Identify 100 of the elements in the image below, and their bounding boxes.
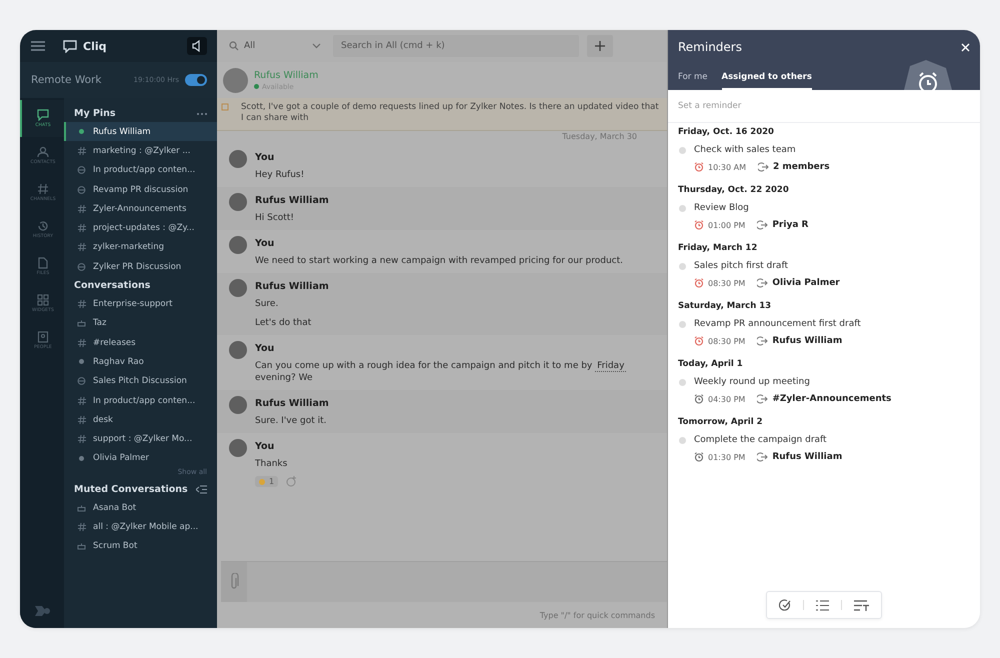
- composer-hint: Type "/" for quick commands: [540, 610, 655, 620]
- hash-icon: [78, 146, 86, 155]
- assignee-name: 2 members: [772, 162, 830, 172]
- conversation-item[interactable]: project-updates : @Zy...: [64, 218, 217, 238]
- complete-checkbox[interactable]: [679, 146, 686, 154]
- reminder-title[interactable]: Check with sales team: [694, 145, 796, 155]
- bot-icon: [77, 504, 86, 512]
- conversation-item[interactable]: Zylker PR Discussion: [64, 257, 217, 276]
- reminder-title[interactable]: Review Blog: [694, 203, 749, 213]
- conversation-item[interactable]: Rufus William: [64, 122, 217, 142]
- date-link[interactable]: Friday: [595, 360, 626, 372]
- avatar: [229, 150, 247, 168]
- conversation-item[interactable]: Raghav Rao: [64, 352, 217, 372]
- complete-checkbox[interactable]: [679, 436, 686, 444]
- date-heading: Saturday, March 13: [678, 300, 772, 313]
- sender-name: Rufus William: [255, 195, 329, 206]
- conversation-item[interactable]: all : @Zylker Mobile ap...: [64, 517, 217, 537]
- clock-toggle[interactable]: [185, 74, 207, 86]
- list-icon[interactable]: [816, 600, 829, 610]
- reminder-title[interactable]: Revamp PR announcement first draft: [694, 319, 861, 329]
- message-text: Let's do that: [255, 316, 312, 329]
- reminder-time: 01:30 PM: [708, 452, 746, 462]
- tab[interactable]: For me: [678, 72, 708, 90]
- section-heading: My Pins: [74, 108, 116, 119]
- message-text: We need to start working a new campaign with revamped pricing for our product.: [255, 255, 624, 268]
- presence-dot: [79, 456, 84, 461]
- complete-checkbox[interactable]: [679, 262, 686, 270]
- sender-name: You: [255, 238, 276, 250]
- conversation-item[interactable]: Sales Pitch Discussion: [64, 372, 217, 391]
- search-scope-dropdown[interactable]: All: [225, 35, 325, 57]
- speaker-button[interactable]: [187, 37, 207, 55]
- conversation-item[interactable]: Taz: [64, 314, 217, 333]
- chat-bubble-icon: [63, 40, 77, 52]
- id-card-icon: [37, 331, 49, 343]
- reminder-time: 08:30 PM: [708, 336, 746, 346]
- brand-logo-icon: [33, 604, 51, 618]
- complete-checkbox[interactable]: [679, 378, 686, 386]
- conversation-item[interactable]: Enterprise-support: [64, 294, 217, 314]
- sort-filter-icon[interactable]: [854, 600, 869, 610]
- pinned-message-text: Scott, I've got a couple of demo requests lined up for Zylker Notes. Is there an updated video that I can share with: [241, 102, 659, 125]
- assignee-name: Rufus William: [772, 452, 842, 462]
- chevron-down-icon: [312, 43, 321, 49]
- avatar: [229, 193, 247, 212]
- hash-icon: [37, 183, 49, 195]
- avatar: [229, 340, 247, 359]
- conversation-item[interactable]: Olivia Palmer: [64, 448, 217, 468]
- conversation-item[interactable]: #releases: [64, 332, 217, 352]
- hash-icon: [78, 300, 86, 308]
- collapse-list-icon[interactable]: [196, 485, 207, 494]
- group-icon: [77, 262, 86, 271]
- sender-name: Rufus William: [255, 398, 329, 409]
- date-heading: Today, April 1: [678, 358, 744, 371]
- date-heading: Friday, March 12: [678, 242, 758, 255]
- date-heading: Tomorrow, April 2: [678, 416, 764, 429]
- app-name: Cliq: [83, 40, 108, 52]
- hash-icon: [78, 204, 86, 213]
- plus-icon: [595, 41, 605, 51]
- panel-title: Reminders: [678, 40, 742, 54]
- conversation-item[interactable]: Revamp PR discussion: [64, 180, 217, 200]
- complete-checkbox[interactable]: [679, 204, 686, 212]
- bot-icon: [77, 319, 86, 328]
- grid-icon: [37, 294, 49, 306]
- section-heading: Muted Conversations: [74, 484, 188, 496]
- conversation-item[interactable]: support : @Zylker Mo...: [64, 429, 217, 449]
- pin-icon: [221, 103, 229, 111]
- search-field[interactable]: Search in All (cmd + k): [333, 35, 579, 57]
- assignee-arrow-icon: [757, 220, 768, 230]
- conversation-item[interactable]: In product/app conten...: [64, 160, 217, 180]
- conversation-item[interactable]: Asana Bot: [64, 498, 217, 518]
- sender-name: You: [255, 441, 276, 452]
- complete-checkbox[interactable]: [679, 320, 686, 328]
- conversation-item[interactable]: desk: [64, 410, 217, 430]
- workspace-name[interactable]: Remote Work: [31, 74, 134, 86]
- reminder-title[interactable]: Complete the campaign draft: [694, 435, 827, 445]
- message-text: Sure. I've got it.: [255, 414, 328, 428]
- reminder-title[interactable]: Weekly round up meeting: [694, 377, 810, 387]
- message-text: Sure.: [255, 298, 280, 310]
- add-button[interactable]: [587, 35, 613, 57]
- search-icon: [229, 41, 239, 51]
- hash-icon: [78, 522, 86, 531]
- conversation-item[interactable]: Scrum Bot: [64, 536, 217, 556]
- reminder-title[interactable]: Sales pitch first draft: [694, 261, 788, 271]
- paperclip-icon: [229, 573, 239, 591]
- conversation-item[interactable]: In product/app conten...: [64, 390, 217, 410]
- history-icon: [37, 220, 49, 232]
- assignee-arrow-icon: [757, 452, 768, 462]
- bot-icon: [77, 542, 86, 550]
- assignee-name: Rufus William: [772, 336, 842, 346]
- close-icon[interactable]: [961, 42, 970, 52]
- conversation-item[interactable]: zylker-marketing: [64, 238, 217, 258]
- hash-icon: [78, 224, 86, 232]
- menu-icon[interactable]: [31, 41, 45, 51]
- avatar: [223, 68, 248, 92]
- conversation-item[interactable]: marketing : @Zylker ...: [64, 141, 217, 161]
- section-heading: Conversations: [74, 280, 150, 292]
- hash-icon: [78, 243, 86, 252]
- assignee-name: Priya R: [772, 220, 808, 230]
- assignee-name: #Zyler-Announcements: [772, 394, 892, 404]
- reminder-time: 01:00 PM: [708, 220, 746, 230]
- conversation-item[interactable]: Zyler-Announcements: [64, 199, 217, 218]
